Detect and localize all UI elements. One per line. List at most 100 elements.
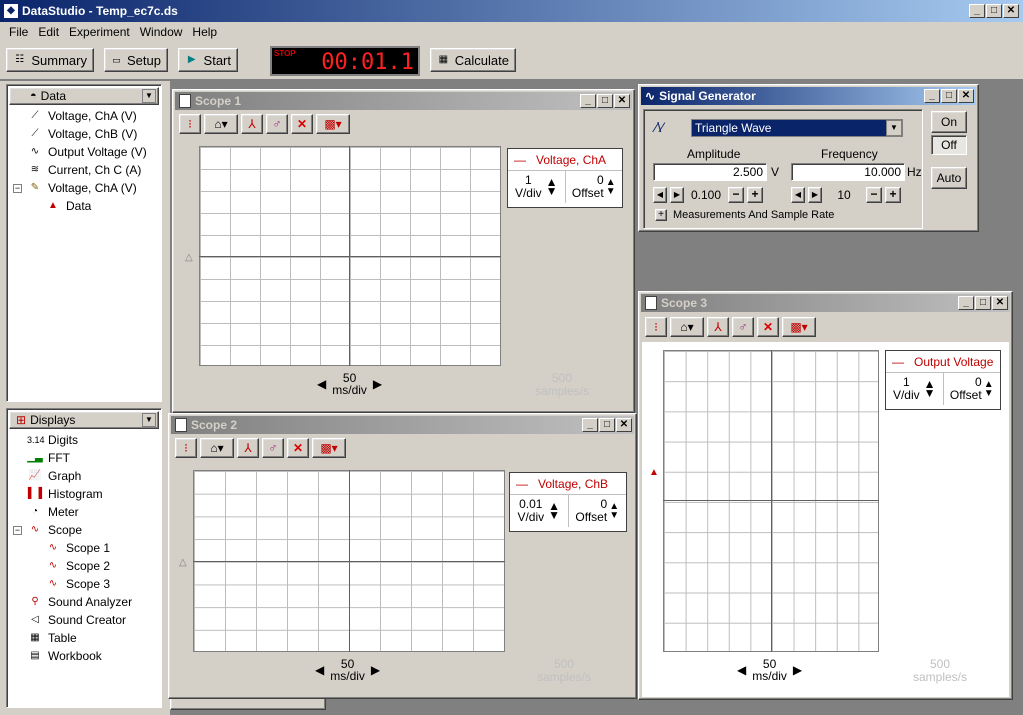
maximize-button[interactable]: □: [975, 296, 991, 310]
delete-icon[interactable]: ✕: [291, 114, 313, 134]
offset-control[interactable]: 0 Offset ▲ ▼: [944, 373, 1001, 405]
display-item-scope-1[interactable]: ∿ Scope 1: [45, 539, 110, 557]
data-item-voltage-cha-run[interactable]: − ✎ Voltage, ChA (V): [13, 179, 137, 197]
calibrate-icon[interactable]: ▩▾: [312, 438, 346, 458]
off-button[interactable]: Off: [931, 135, 967, 155]
scope2-titlebar[interactable]: Scope 2 _ □ ✕: [171, 416, 634, 434]
data-select-icon[interactable]: ⁝: [179, 114, 201, 134]
smart-tool-icon[interactable]: ⅄: [241, 114, 263, 134]
scope2-time-control[interactable]: ◀ 50 ms/div ▶: [315, 658, 380, 682]
trigger-marker-icon[interactable]: ▲: [649, 467, 659, 478]
scope3-titlebar[interactable]: Scope 3 _ □ ✕: [641, 294, 1010, 312]
data-item-current-chc[interactable]: ≋ Current, Ch C (A): [27, 161, 142, 179]
display-item-workbook[interactable]: ▤ Workbook: [27, 647, 102, 665]
arrow-left-icon[interactable]: ◀: [315, 663, 324, 677]
data-item-output-voltage[interactable]: ∿ Output Voltage (V): [27, 143, 147, 161]
data-select-icon[interactable]: ⁝: [175, 438, 197, 458]
display-item-table[interactable]: ▦ Table: [27, 629, 76, 647]
measurements-expander[interactable]: + Measurements And Sample Rate: [655, 209, 834, 221]
offset-control[interactable]: 0 Offset ▲ ▼: [566, 171, 623, 203]
smart-tool-icon[interactable]: ⅄: [237, 438, 259, 458]
data-item-data[interactable]: ▲ Data: [45, 197, 91, 215]
vdiv-control[interactable]: 1 V/div ▲ ▼: [886, 373, 944, 405]
updown-arrow-icon[interactable]: ▲ ▼: [984, 380, 994, 399]
summary-button[interactable]: ☷ Summary: [6, 48, 94, 72]
start-button[interactable]: ▶ Start: [178, 48, 238, 72]
plus-icon[interactable]: +: [747, 187, 763, 203]
maximize-button[interactable]: □: [986, 4, 1002, 18]
scope1-sample-rate[interactable]: 500 samples/s: [535, 372, 589, 398]
updown-arrow-icon[interactable]: ▲ ▼: [609, 502, 619, 521]
display-item-scope[interactable]: − ∿ Scope: [13, 521, 82, 539]
close-button[interactable]: ✕: [614, 94, 630, 108]
minus-icon[interactable]: −: [728, 187, 744, 203]
waveform-select[interactable]: Triangle Wave ▼: [691, 119, 903, 137]
maximize-button[interactable]: □: [597, 94, 613, 108]
updown-arrow-icon[interactable]: ▲ ▼: [924, 378, 936, 399]
menu-window[interactable]: Window: [135, 22, 188, 42]
vdiv-control[interactable]: 1 V/div ▲ ▼: [508, 171, 566, 203]
scope3-time-control[interactable]: ◀ 50 ms/div ▶: [737, 658, 802, 682]
arrow-right-icon[interactable]: ▶: [793, 663, 802, 677]
setup-button[interactable]: ▭ Setup: [104, 48, 168, 72]
statistics-icon[interactable]: ♂: [262, 438, 284, 458]
arrow-left-icon[interactable]: ◀: [317, 377, 326, 391]
display-item-fft[interactable]: ▁▃ FFT: [27, 449, 70, 467]
updown-arrow-icon[interactable]: ▲ ▼: [546, 176, 558, 197]
updown-arrow-icon[interactable]: ▲ ▼: [606, 178, 616, 197]
delete-icon[interactable]: ✕: [287, 438, 309, 458]
display-item-meter[interactable]: ◔ Meter: [27, 503, 79, 521]
minus-icon[interactable]: −: [866, 187, 882, 203]
trigger-icon[interactable]: ⌂▾: [670, 317, 704, 337]
trigger-marker-icon[interactable]: △: [179, 557, 187, 568]
frequency-input[interactable]: 10.000: [791, 163, 905, 181]
delete-icon[interactable]: ✕: [757, 317, 779, 337]
arrow-left-icon[interactable]: ◀: [737, 663, 746, 677]
chevron-down-icon[interactable]: ▼: [886, 120, 902, 136]
data-item-voltage-cha[interactable]: ⟋ Voltage, ChA (V): [27, 107, 137, 125]
display-item-sound-creator[interactable]: ◁ Sound Creator: [27, 611, 126, 629]
on-button[interactable]: On: [931, 111, 967, 133]
menu-file[interactable]: File: [4, 22, 33, 42]
minimize-button[interactable]: _: [969, 4, 985, 18]
arrow-right-icon[interactable]: ▶: [670, 187, 684, 203]
scope1-titlebar[interactable]: Scope 1 _ □ ✕: [175, 92, 632, 110]
menu-help[interactable]: Help: [187, 22, 222, 42]
scope2-sample-rate[interactable]: 500 samples/s: [537, 658, 591, 684]
calibrate-icon[interactable]: ▩▾: [782, 317, 816, 337]
scope1-time-control[interactable]: ◀ 50 ms/div ▶: [317, 372, 382, 396]
arrow-right-icon[interactable]: ▶: [373, 377, 382, 391]
data-panel-header[interactable]: ◓ Data ▼: [9, 87, 159, 105]
arrow-right-icon[interactable]: ▶: [808, 187, 822, 203]
trigger-icon[interactable]: ⌂▾: [200, 438, 234, 458]
plus-icon[interactable]: +: [885, 187, 901, 203]
offset-control[interactable]: 0 Offset ▲ ▼: [569, 495, 627, 527]
trigger-marker-icon[interactable]: △: [185, 252, 193, 263]
calculate-button[interactable]: ▦ Calculate: [430, 48, 516, 72]
display-item-digits[interactable]: 3.14 Digits: [27, 431, 78, 449]
maximize-button[interactable]: □: [599, 418, 615, 432]
arrow-right-icon[interactable]: ▶: [371, 663, 380, 677]
data-item-voltage-chb[interactable]: ⟋ Voltage, ChB (V): [27, 125, 138, 143]
close-button[interactable]: ✕: [1003, 4, 1019, 18]
minimize-button[interactable]: _: [580, 94, 596, 108]
arrow-left-icon[interactable]: ◀: [791, 187, 805, 203]
siggen-titlebar[interactable]: ∿ Signal Generator _ □ ✕: [641, 87, 976, 105]
chevron-down-icon[interactable]: ▼: [142, 413, 156, 427]
statistics-icon[interactable]: ♂: [732, 317, 754, 337]
collapse-icon[interactable]: −: [13, 183, 22, 193]
display-item-scope-2[interactable]: ∿ Scope 2: [45, 557, 110, 575]
display-item-sound-analyzer[interactable]: ⚲ Sound Analyzer: [27, 593, 132, 611]
updown-arrow-icon[interactable]: ▲ ▼: [548, 500, 560, 521]
collapse-icon[interactable]: −: [13, 525, 22, 535]
data-select-icon[interactable]: ⁝: [645, 317, 667, 337]
minimize-button[interactable]: _: [958, 296, 974, 310]
display-item-histogram[interactable]: ▌▐ Histogram: [27, 485, 103, 503]
expand-plus-icon[interactable]: +: [655, 209, 667, 221]
calibrate-icon[interactable]: ▩▾: [316, 114, 350, 134]
auto-button[interactable]: Auto: [931, 167, 967, 189]
amplitude-input[interactable]: 2.500: [653, 163, 767, 181]
trigger-icon[interactable]: ⌂▾: [204, 114, 238, 134]
menu-experiment[interactable]: Experiment: [64, 22, 135, 42]
statistics-icon[interactable]: ♂: [266, 114, 288, 134]
